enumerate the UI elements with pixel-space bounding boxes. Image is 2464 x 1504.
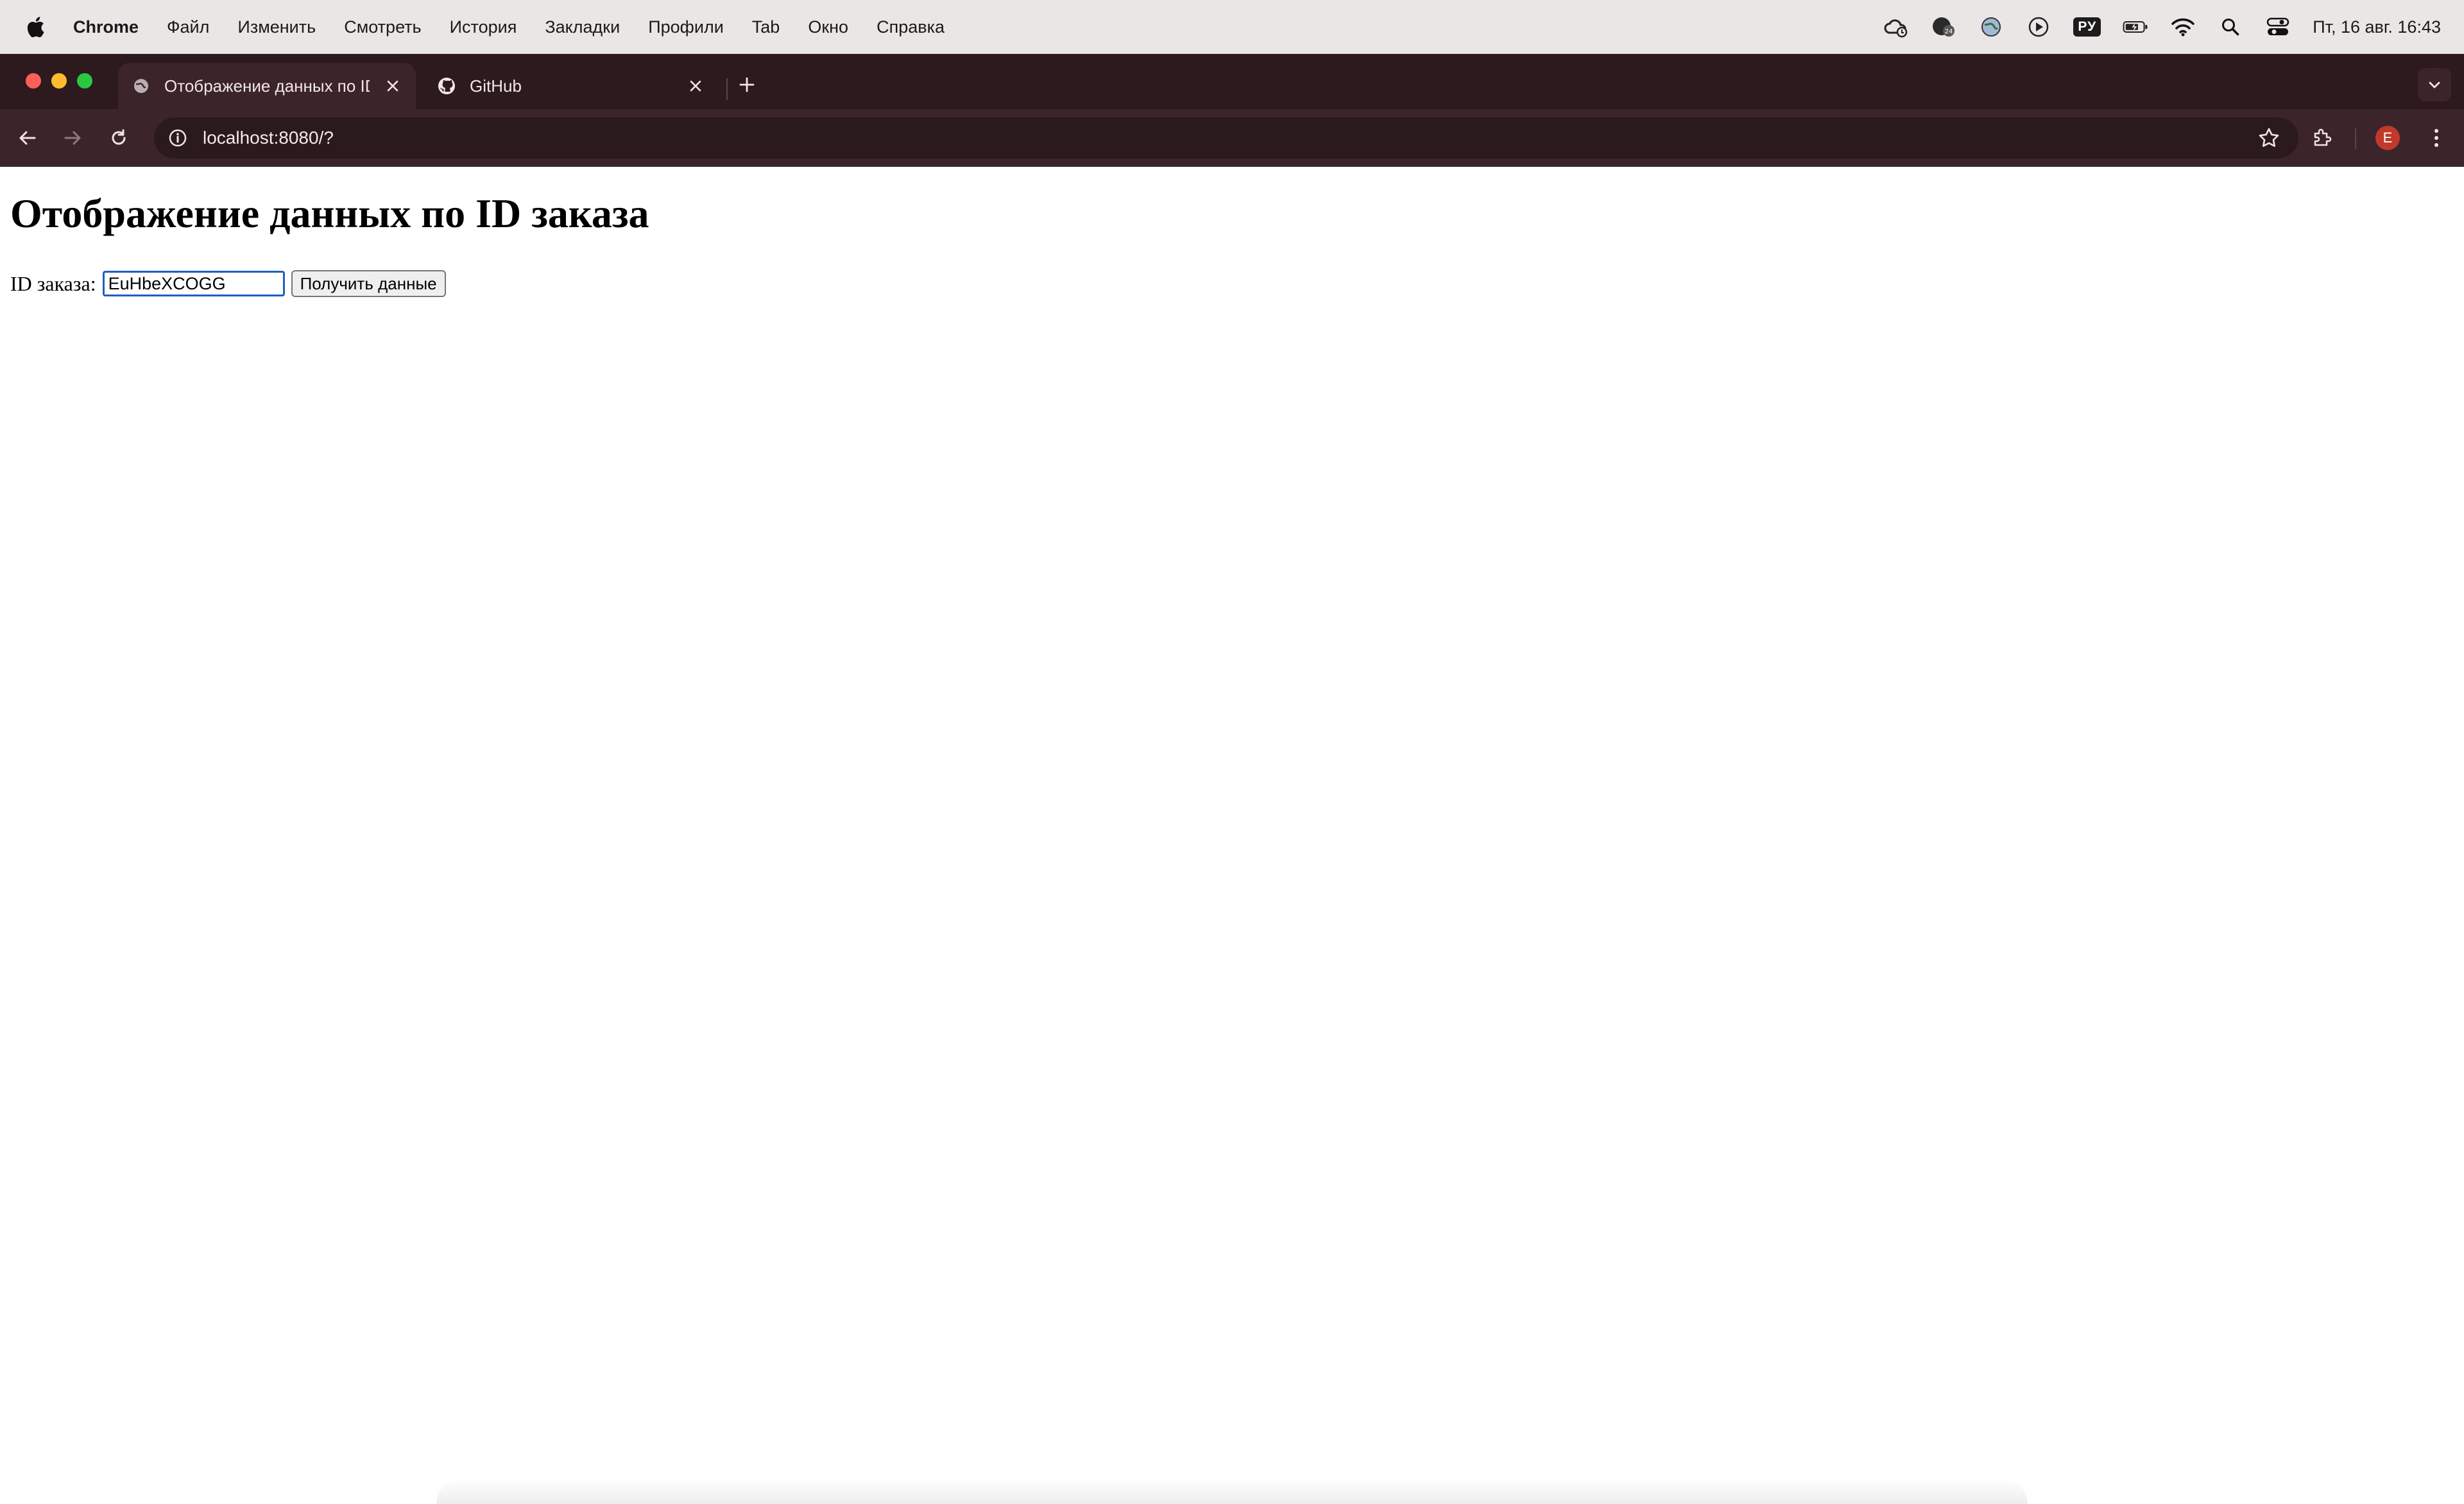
globe-icon <box>131 76 151 96</box>
get-data-button[interactable]: Получить данные <box>291 270 446 297</box>
vpn-badge-icon[interactable]: 24 <box>1931 14 1956 40</box>
tab-title: Отображение данных по ID заказа <box>164 76 370 96</box>
chevron-down-icon <box>2429 81 2440 89</box>
globe-icon[interactable] <box>1978 14 2004 40</box>
menu-profiles[interactable]: Профили <box>648 17 724 37</box>
cloud-sync-icon[interactable] <box>1883 14 1909 40</box>
arrow-right-icon <box>64 131 81 145</box>
control-center-icon[interactable] <box>2265 14 2291 40</box>
url-text[interactable]: localhost:8080/? <box>203 128 334 148</box>
forward-button[interactable] <box>59 124 86 151</box>
arrow-left-icon <box>19 131 36 145</box>
tab-strip: Отображение данных по ID заказа GitHub <box>0 54 2464 109</box>
menu-app-name[interactable]: Chrome <box>73 17 139 37</box>
window-maximize-button[interactable] <box>77 73 92 89</box>
browser-window-header: Отображение данных по ID заказа GitHub <box>0 54 2464 167</box>
order-form: ID заказа: Получить данные <box>10 268 446 299</box>
menu-view[interactable]: Смотреть <box>344 17 421 37</box>
toolbar-separator <box>2355 128 2356 149</box>
wifi-icon[interactable] <box>2170 14 2196 40</box>
menu-bookmarks[interactable]: Закладки <box>545 17 620 37</box>
menu-edit[interactable]: Изменить <box>237 17 316 37</box>
page-title: Отображение данных по ID заказа <box>10 191 649 236</box>
extensions-puzzle-icon[interactable] <box>2309 124 2336 151</box>
kebab-menu-icon[interactable] <box>2423 124 2450 151</box>
reload-button[interactable] <box>105 124 132 151</box>
language-indicator[interactable]: РУ <box>2073 17 2101 37</box>
menubar-clock[interactable]: Пт, 16 авг. 16:43 <box>2313 17 2441 37</box>
window-minimize-button[interactable] <box>51 73 67 89</box>
tab-order-data[interactable]: Отображение данных по ID заказа <box>118 63 416 109</box>
apple-logo-icon[interactable] <box>26 15 46 38</box>
back-button[interactable] <box>14 124 41 151</box>
window-close-button[interactable] <box>26 73 41 89</box>
menu-help[interactable]: Справка <box>877 17 945 37</box>
tab-separator <box>726 78 728 100</box>
github-icon <box>436 76 457 96</box>
battery-icon[interactable] <box>2123 14 2148 40</box>
browser-toolbar: localhost:8080/? E <box>0 109 2464 167</box>
bookmark-star-icon[interactable] <box>2257 126 2280 150</box>
close-icon[interactable] <box>382 76 403 96</box>
svg-text:24: 24 <box>1945 28 1953 35</box>
order-id-label: ID заказа: <box>10 271 96 295</box>
menu-history[interactable]: История <box>450 17 517 37</box>
macos-menu-bar: Chrome Файл Изменить Смотреть История За… <box>0 0 2464 54</box>
profile-avatar[interactable]: E <box>2375 126 2400 150</box>
tab-github[interactable]: GitHub <box>424 63 719 109</box>
order-id-input[interactable] <box>102 271 285 296</box>
close-icon[interactable] <box>685 76 706 96</box>
menu-tab[interactable]: Tab <box>752 17 780 37</box>
tab-title: GitHub <box>470 76 522 96</box>
menu-file[interactable]: Файл <box>167 17 209 37</box>
menu-window[interactable]: Окно <box>808 17 848 37</box>
address-bar[interactable]: localhost:8080/? <box>154 117 2298 158</box>
plus-icon <box>739 77 755 92</box>
reload-icon <box>112 129 126 145</box>
status-area: 24 РУ Пт, 16 авг. 16:43 <box>1883 0 2441 54</box>
new-tab-button[interactable] <box>735 73 758 96</box>
site-info-icon[interactable] <box>167 127 189 149</box>
spotlight-search-icon[interactable] <box>2218 14 2243 40</box>
page-content: Отображение данных по ID заказа ID заказ… <box>0 167 2464 1504</box>
play-icon[interactable] <box>2026 14 2051 40</box>
dock-shadow <box>436 1478 2028 1504</box>
tab-search-button[interactable] <box>2418 68 2451 101</box>
